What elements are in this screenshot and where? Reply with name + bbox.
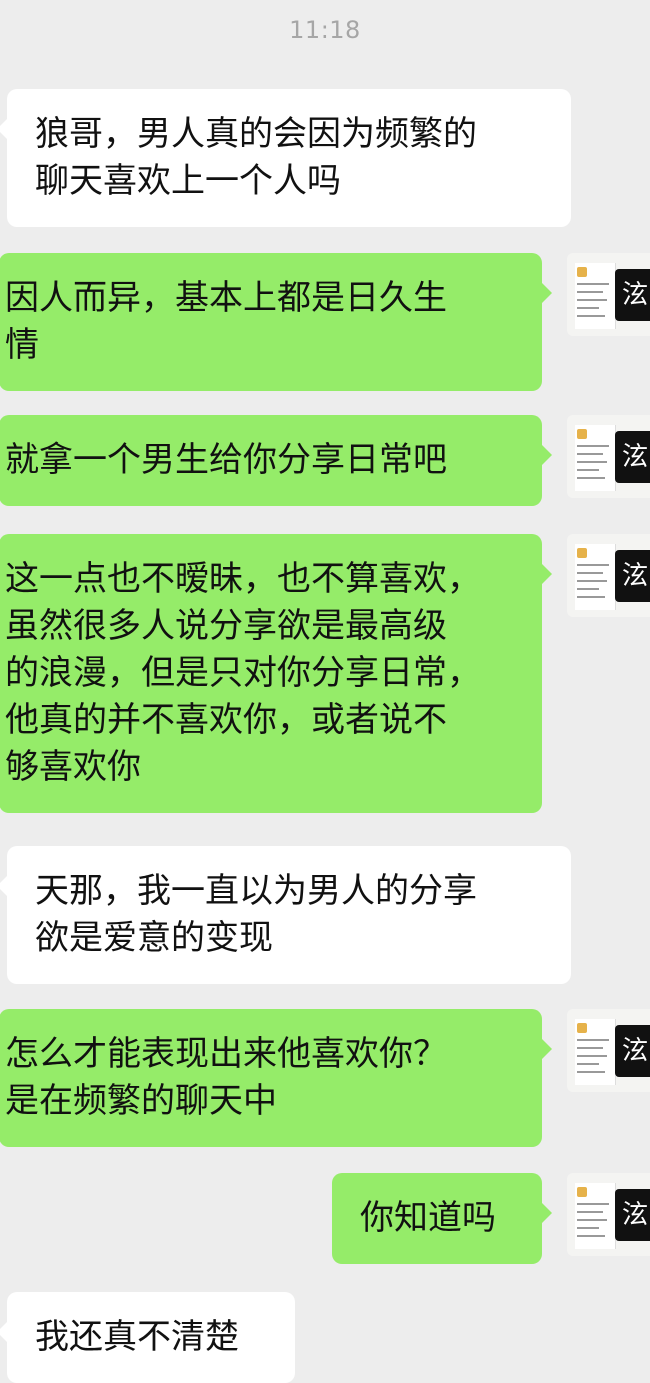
avatar[interactable]: 泫 [567,253,650,336]
calligraphy-avatar-icon: 泫 [615,1025,650,1077]
outgoing-message[interactable]: 这一点也不暧昧，也不算喜欢， 虽然很多人说分享欲是最高级 的浪漫，但是只对你分享… [0,534,552,813]
calligraphy-avatar-icon: 泫 [615,269,650,321]
message-text-line: 就拿一个男生给你分享日常吧 [5,440,447,480]
avatar-card [575,263,616,329]
avatar[interactable]: 泫 [567,1173,650,1256]
card-line [577,1227,599,1229]
card-line [577,1071,605,1073]
message-text-line: 他真的并不喜欢你，或者说不 [5,700,447,740]
message-text-line: 是在频繁的聊天中 [5,1081,277,1121]
card-line [577,588,599,590]
message-text-line: 欲是爱意的变现 [35,918,273,958]
card-line [577,469,599,471]
message-text-line: 因人而异，基本上都是日久生 [5,278,447,318]
message-text-line: 狼哥，男人真的会因为频繁的 [35,114,477,154]
calligraphy-avatar-icon: 泫 [615,431,650,483]
logo-icon [577,267,587,277]
card-line [577,453,603,455]
card-line [577,315,605,317]
card-line [577,1055,607,1057]
message-text-line: 天那，我一直以为男人的分享 [35,871,477,911]
logo-icon [577,429,587,439]
card-line [577,461,607,463]
calligraphy-avatar-icon: 泫 [615,550,650,602]
card-line [577,299,607,301]
outgoing-message[interactable]: 因人而异，基本上都是日久生 情 [0,253,552,391]
avatar-card [575,1183,616,1249]
logo-icon [577,1023,587,1033]
outgoing-message[interactable]: 就拿一个男生给你分享日常吧 [0,415,552,506]
message-text-line: 你知道吗 [360,1198,496,1238]
card-line [577,1039,609,1041]
avatar[interactable]: 泫 [567,1009,650,1092]
message-text-line: 怎么才能表现出来他喜欢你？ [5,1034,447,1074]
card-line [577,283,609,285]
card-line [577,445,609,447]
card-line [577,477,605,479]
message-text-line: 够喜欢你 [5,747,141,787]
card-line [577,572,603,574]
message-text-line: 聊天喜欢上一个人吗 [35,161,341,201]
message-text-line: 我还真不清楚 [35,1317,239,1357]
card-line [577,580,607,582]
message-text-line: 的浪漫，但是只对你分享日常， [5,653,481,693]
outgoing-message[interactable]: 怎么才能表现出来他喜欢你？ 是在频繁的聊天中 [0,1009,552,1147]
card-line [577,1219,607,1221]
card-line [577,1235,605,1237]
logo-icon [577,1187,587,1197]
outgoing-message[interactable]: 你知道吗 [332,1173,552,1264]
card-line [577,291,603,293]
avatar[interactable]: 泫 [567,415,650,498]
card-line [577,1047,603,1049]
card-line [577,564,609,566]
incoming-message[interactable]: 狼哥，男人真的会因为频繁的 聊天喜欢上一个人吗 [0,89,571,227]
card-line [577,1063,599,1065]
message-text-line: 情 [5,325,39,365]
calligraphy-avatar-icon: 泫 [615,1189,650,1241]
incoming-message[interactable]: 我还真不清楚 [0,1292,295,1383]
timestamp: 11:18 [289,16,361,44]
avatar-card [575,1019,616,1085]
avatar-card [575,544,616,610]
logo-icon [577,548,587,558]
message-text-line: 这一点也不暧昧，也不算喜欢， [5,559,481,599]
avatar[interactable]: 泫 [567,534,650,617]
incoming-message[interactable]: 天那，我一直以为男人的分享 欲是爱意的变现 [0,846,571,984]
card-line [577,1203,609,1205]
avatar-card [575,425,616,491]
card-line [577,1211,603,1213]
message-text-line: 虽然很多人说分享欲是最高级 [5,606,447,646]
card-line [577,307,599,309]
card-line [577,596,605,598]
